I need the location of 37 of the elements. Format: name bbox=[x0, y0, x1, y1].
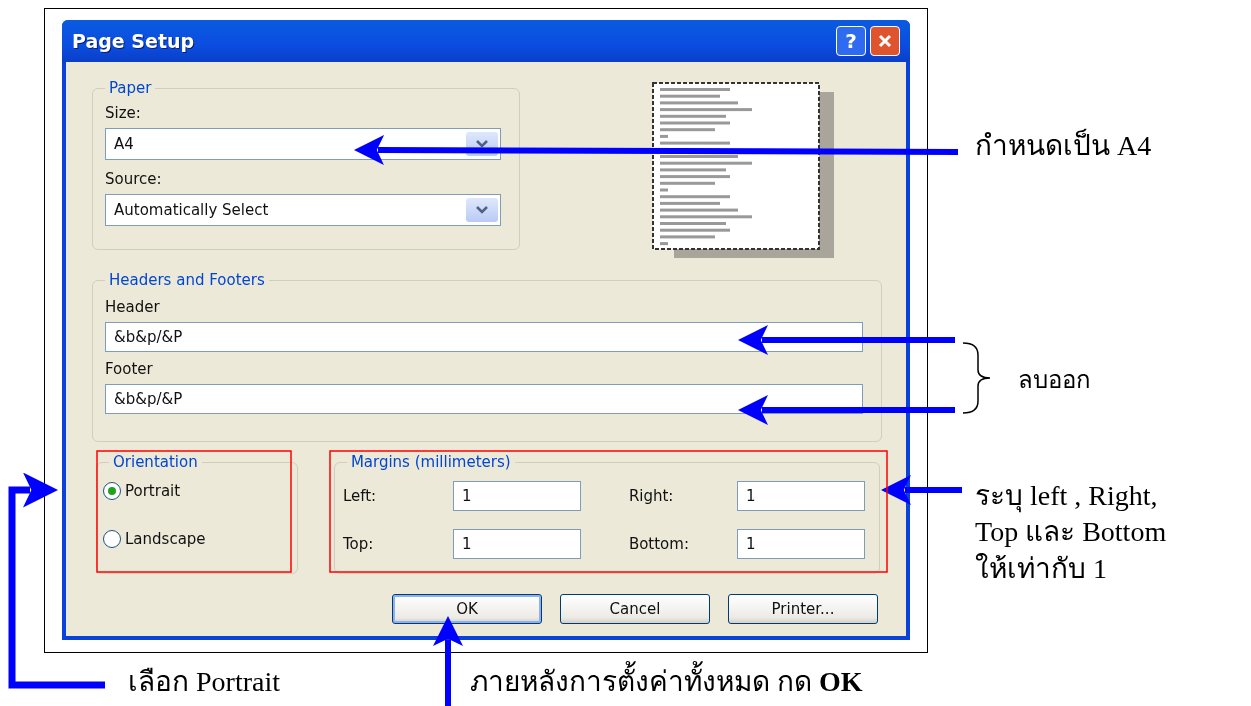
input-field[interactable]: 1 bbox=[736, 529, 865, 559]
dropdown[interactable]: A4 bbox=[105, 128, 501, 160]
radio-option[interactable]: Landscape bbox=[103, 527, 293, 551]
input-field[interactable]: 1 bbox=[452, 481, 581, 511]
chevron-down-icon bbox=[476, 206, 488, 214]
annotation-text: ลบออก bbox=[1018, 366, 1091, 395]
field-label: Right: bbox=[628, 487, 675, 505]
group-label: Margins (millimeters) bbox=[346, 453, 515, 471]
annotation-text: เลือก Portrait bbox=[128, 665, 280, 699]
input-field[interactable]: 1 bbox=[452, 529, 581, 559]
curly-brace bbox=[962, 342, 991, 414]
field-label: Header bbox=[105, 298, 161, 316]
annotation-text: กำหนดเป็น A4 bbox=[975, 128, 1152, 163]
dialog-button[interactable]: Cancel bbox=[560, 594, 710, 624]
field-label: Source: bbox=[105, 170, 163, 188]
radio-button[interactable] bbox=[103, 530, 121, 548]
field-label: Footer bbox=[105, 360, 154, 378]
close-icon bbox=[877, 33, 893, 49]
close-button[interactable] bbox=[870, 26, 900, 56]
input-field[interactable]: &b&p/&P bbox=[105, 384, 863, 414]
dropdown-button[interactable] bbox=[466, 198, 498, 222]
chevron-down-icon bbox=[476, 140, 488, 148]
radio-option[interactable]: Portrait bbox=[103, 479, 293, 503]
radio-button[interactable] bbox=[103, 482, 121, 500]
help-button[interactable]: ? bbox=[836, 26, 866, 56]
field-label: Size: bbox=[105, 104, 142, 122]
input-field[interactable]: 1 bbox=[736, 481, 865, 511]
group-label: Paper bbox=[105, 79, 156, 97]
window-title: Page Setup bbox=[72, 30, 196, 52]
dialog-button[interactable]: OK bbox=[392, 594, 542, 624]
dropdown[interactable]: Automatically Select bbox=[105, 194, 501, 226]
field-label: Top: bbox=[342, 535, 375, 553]
annotation-text: ระบุ left , Right, Top และ Bottom ให้เท่ากับ 1 bbox=[975, 479, 1168, 586]
field-label: Bottom: bbox=[628, 535, 690, 553]
field-label: Left: bbox=[342, 487, 378, 505]
dialog-button[interactable]: Printer... bbox=[728, 594, 878, 624]
input-field[interactable]: &b&p/&P bbox=[105, 322, 863, 352]
